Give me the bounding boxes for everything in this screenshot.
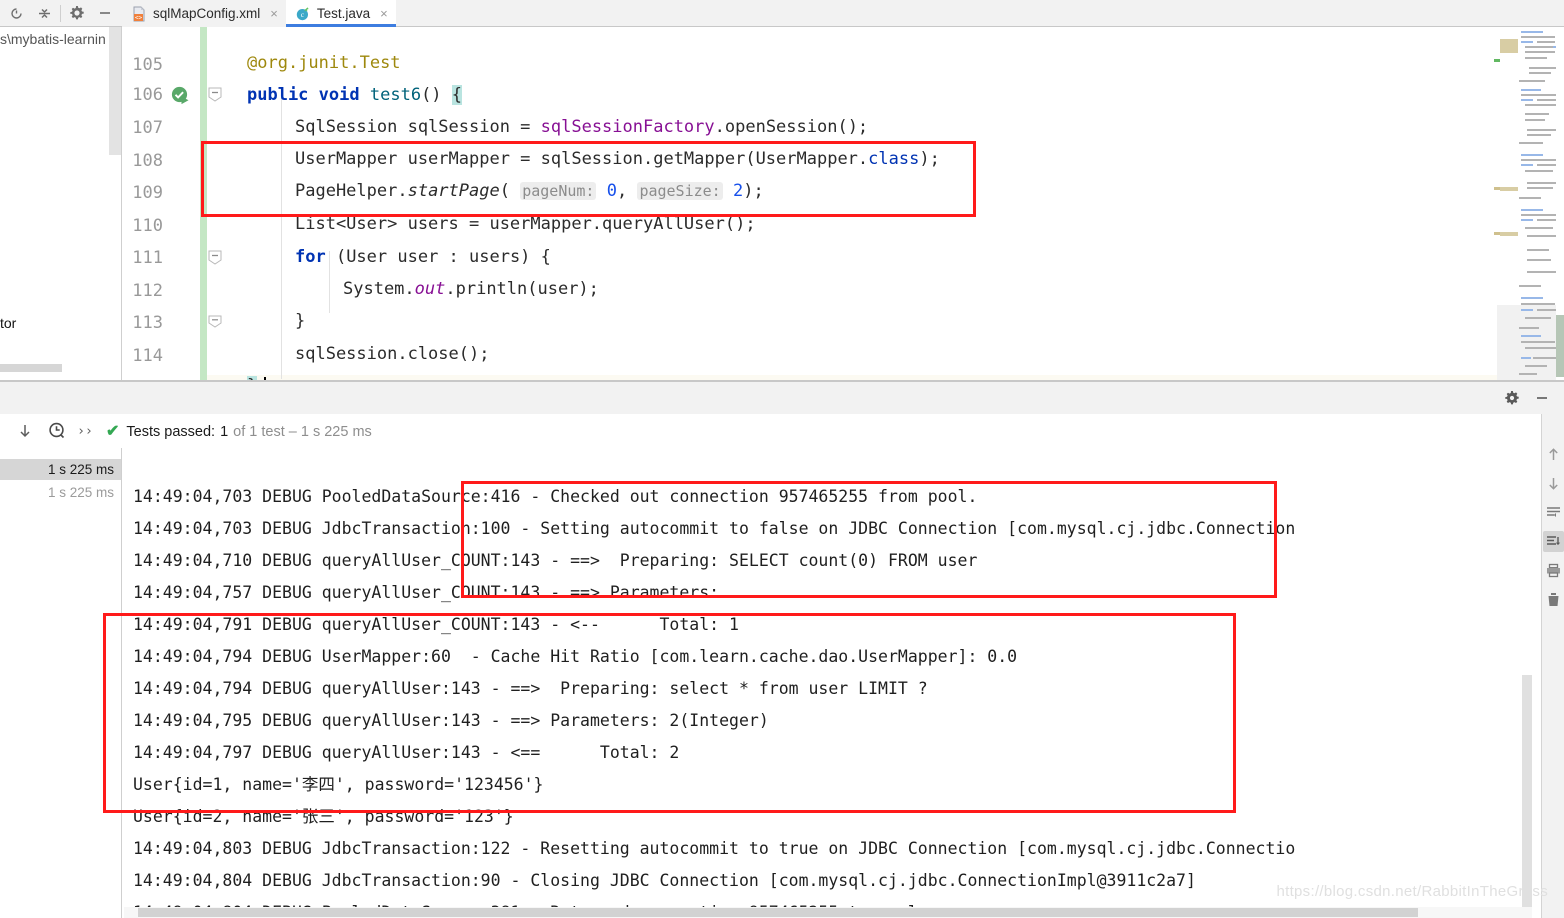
status-label: Tests passed: <box>126 424 216 440</box>
run-panel-header <box>0 382 1564 414</box>
line-number: 111 <box>132 248 163 268</box>
code-line: } <box>295 311 306 331</box>
console-line: 14:49:04,710 DEBUG queryAllUser_COUNT:14… <box>133 551 978 570</box>
gear-icon[interactable] <box>1498 385 1526 411</box>
editor-scroll-thumb[interactable] <box>1556 315 1564 377</box>
vcs-change-marker <box>200 27 207 380</box>
run-panel-toolbar: ›› ✔ Tests passed: 1 of 1 test – 1 s 225… <box>0 414 1564 448</box>
scroll-down-icon[interactable] <box>1543 473 1564 494</box>
console-line: 14:49:04,791 DEBUG queryAllUser_COUNT:14… <box>133 615 739 634</box>
history-icon[interactable] <box>2 0 30 26</box>
line-number: 113 <box>132 313 163 333</box>
collapse-all-icon[interactable] <box>30 0 58 26</box>
console-scroll-thumb[interactable] <box>1522 675 1532 915</box>
editor-marker-warning[interactable] <box>1494 232 1500 235</box>
run-tool-window: ›› ✔ Tests passed: 1 of 1 test – 1 s 225… <box>0 414 1564 918</box>
scroll-to-end-icon[interactable] <box>1542 531 1564 552</box>
minimize-icon[interactable] <box>1528 385 1556 411</box>
code-line: System.out.println(user); <box>343 279 599 299</box>
code-line: sqlSession.close(); <box>295 344 490 364</box>
console-line: 14:49:04,757 DEBUG queryAllUser_COUNT:14… <box>133 583 720 602</box>
java-class-icon: c <box>295 6 311 22</box>
watermark-text: https://blog.csdn.net/RabbitInTheGrass <box>1276 883 1548 900</box>
console-output[interactable]: 14:49:04,703 DEBUG PooledDataSource:416 … <box>123 448 1541 918</box>
project-horizontal-scrollbar[interactable] <box>0 364 62 372</box>
editor-marker-warning[interactable] <box>1494 187 1500 190</box>
console-hscroll-thumb[interactable] <box>138 908 1418 917</box>
code-line: for (User user : users) { <box>295 247 551 267</box>
trash-icon[interactable] <box>1543 589 1564 610</box>
line-number: 110 <box>132 216 163 236</box>
minimap-highlight <box>1500 39 1518 53</box>
tab-test-java[interactable]: c Test.java × <box>285 0 396 27</box>
code-line: @org.junit.Test <box>247 53 401 73</box>
run-test-passed-icon[interactable] <box>170 85 192 110</box>
console-line: 14:49:04,703 DEBUG JdbcTransaction:100 -… <box>133 519 1296 538</box>
indent-guide <box>281 89 282 379</box>
soft-wrap-icon[interactable] <box>1543 502 1564 523</box>
minimize-icon[interactable] <box>91 0 119 26</box>
console-line: 14:49:04,794 DEBUG UserMapper:60 - Cache… <box>133 647 1018 666</box>
test-duration: 1 s 225 ms <box>47 462 114 477</box>
test-status-line: ✔ Tests passed: 1 of 1 test – 1 s 225 ms <box>106 421 372 441</box>
check-icon: ✔ <box>106 423 120 440</box>
editor-tabstrip: <> sqlMapConfig.xml × c Test.java × <box>122 0 396 27</box>
line-number: 105 <box>132 55 163 75</box>
console-line: 14:49:04,795 DEBUG queryAllUser:143 - ==… <box>133 711 769 730</box>
project-path-fragment: s\mybatis-learnin <box>0 31 106 47</box>
line-number: 108 <box>132 151 163 171</box>
editor-gutter[interactable]: 105 106 107 108 109 110 111 112 113 114 … <box>122 27 222 380</box>
code-line: SqlSession sqlSession = sqlSessionFactor… <box>295 117 869 137</box>
line-number: 112 <box>132 281 163 301</box>
scroll-up-icon[interactable] <box>1543 444 1564 465</box>
code-line: List<User> users = userMapper.queryAllUs… <box>295 214 756 234</box>
console-line: 14:49:04,797 DEBUG queryAllUser:143 - <=… <box>133 743 680 762</box>
tab-label: sqlMapConfig.xml <box>153 6 261 21</box>
expand-chevrons-icon[interactable]: ›› <box>74 424 96 439</box>
test-tree-row[interactable]: 1 s 225 ms <box>0 459 122 480</box>
ide-window: <> sqlMapConfig.xml × c Test.java × s\my… <box>0 0 1564 918</box>
project-tool-window-strip[interactable]: s\mybatis-learnin tor <box>0 27 122 380</box>
code-line: PageHelper.startPage( pageNum: 0, pageSi… <box>295 181 764 201</box>
test-tree-row[interactable]: 1 s 225 ms <box>0 482 122 503</box>
xml-file-icon: <> <box>131 6 147 22</box>
console-side-toolbar <box>1541 414 1564 918</box>
print-icon[interactable] <box>1543 560 1564 581</box>
console-line: 14:49:04,703 DEBUG PooledDataSource:416 … <box>133 487 978 506</box>
close-icon[interactable]: × <box>380 7 388 20</box>
status-detail: of 1 test – 1 s 225 ms <box>233 424 372 440</box>
tree-console-divider[interactable] <box>121 448 122 918</box>
code-editor[interactable]: 105 106 107 108 109 110 111 112 113 114 … <box>122 27 1564 380</box>
test-duration: 1 s 225 ms <box>47 485 114 500</box>
editor-minimap[interactable] <box>1497 27 1564 380</box>
line-number: 109 <box>132 183 163 203</box>
top-toolbar: <> sqlMapConfig.xml × c Test.java × <box>0 0 1564 27</box>
tab-label: Test.java <box>316 6 371 21</box>
console-line: 14:49:04,803 DEBUG JdbcTransaction:122 -… <box>133 839 1296 858</box>
gear-icon[interactable] <box>63 0 91 26</box>
test-results-tree[interactable]: 1 s 225 ms 1 s 225 ms <box>0 448 122 918</box>
project-node-fragment: tor <box>0 315 17 331</box>
status-count: 1 <box>220 424 229 440</box>
console-line: 14:49:04,804 DEBUG JdbcTransaction:90 - … <box>133 871 1196 890</box>
window-tool-icons <box>0 0 122 26</box>
line-number: 114 <box>132 346 163 366</box>
editor-marker-green[interactable] <box>1494 59 1500 62</box>
toolbar-divider <box>60 4 61 22</box>
history-clock-icon[interactable] <box>42 416 72 446</box>
line-number: 107 <box>132 118 163 138</box>
svg-text:<>: <> <box>135 14 143 21</box>
console-line: User{id=2, name='张三', password='123'} <box>133 807 514 826</box>
console-line: User{id=1, name='李四', password='123456'} <box>133 775 544 794</box>
code-line: public void test6() { <box>247 85 463 105</box>
code-text-area[interactable]: @org.junit.Test public void test6() { Sq… <box>207 27 1497 380</box>
scroll-down-icon[interactable] <box>10 416 40 446</box>
console-line: 14:49:04,794 DEBUG queryAllUser:143 - ==… <box>133 679 928 698</box>
code-line: UserMapper userMapper = sqlSession.getMa… <box>295 149 940 169</box>
line-number: 106 <box>132 85 163 105</box>
close-icon[interactable]: × <box>270 7 278 20</box>
tab-sqlmapconfig-xml[interactable]: <> sqlMapConfig.xml × <box>122 0 286 27</box>
